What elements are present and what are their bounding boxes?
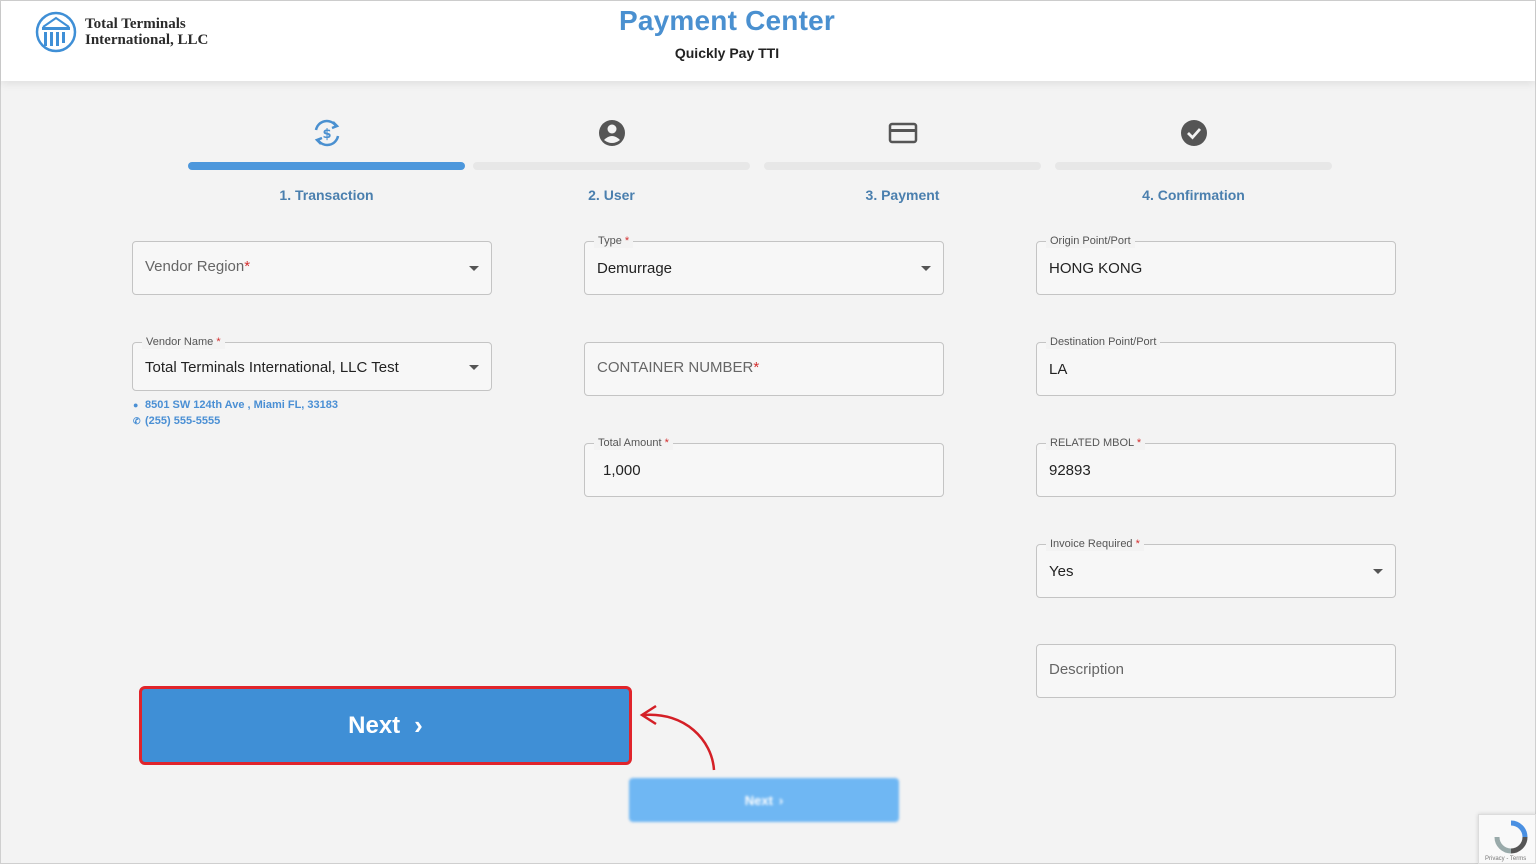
- chevron-down-icon: [469, 266, 479, 271]
- annotation-arrow-icon: [639, 704, 716, 771]
- next-button-label: Next: [744, 792, 773, 808]
- destination-port-value: LA: [1049, 361, 1068, 378]
- required-mark: *: [624, 235, 630, 247]
- invoice-required-value: Yes: [1049, 563, 1074, 580]
- vendor-name-value: Total Terminals International, LLC Test: [145, 359, 399, 376]
- location-pin-icon: ●: [133, 400, 139, 410]
- chevron-down-icon: [921, 266, 931, 271]
- recaptcha-icon: [1494, 820, 1528, 854]
- total-amount-input[interactable]: Total Amount * 1,000: [584, 436, 944, 497]
- next-button-label: Next: [348, 711, 401, 739]
- step-payment[interactable]: 3. Payment: [764, 116, 1041, 203]
- required-mark: *: [244, 258, 251, 275]
- step-progress-bar: [1055, 162, 1332, 170]
- required-mark: *: [753, 359, 760, 376]
- next-button[interactable]: Next ›: [629, 778, 899, 822]
- currency-exchange-icon: $: [314, 119, 339, 147]
- required-mark: *: [664, 437, 669, 449]
- type-label: Type: [598, 235, 622, 247]
- type-select[interactable]: Type * Demurrage: [584, 234, 944, 295]
- chevron-right-icon: ›: [414, 710, 423, 740]
- origin-port-input[interactable]: Origin Point/Port HONG KONG: [1036, 234, 1396, 295]
- chevron-right-icon: ›: [778, 792, 784, 808]
- chevron-down-icon: [1373, 569, 1383, 574]
- page-title: Payment Center: [619, 5, 835, 36]
- description-input[interactable]: Description: [1036, 644, 1396, 698]
- container-number-input[interactable]: CONTAINER NUMBER*: [584, 342, 944, 396]
- description-placeholder: Description: [1049, 661, 1125, 678]
- invoice-required-select[interactable]: Invoice Required * Yes: [1036, 537, 1396, 598]
- required-mark: *: [1136, 437, 1142, 449]
- recaptcha-badge[interactable]: Privacy - Terms: [1478, 814, 1536, 864]
- invoice-required-label: Invoice Required: [1050, 538, 1133, 550]
- vendor-name-label: Vendor Name: [146, 336, 214, 348]
- page-subtitle: Quickly Pay TTI: [674, 45, 780, 61]
- account-circle-icon: [598, 120, 625, 146]
- required-mark: *: [1135, 538, 1140, 550]
- title-block: Payment Center Quickly Pay TTI: [1, 5, 1453, 61]
- total-amount-label: Total Amount: [598, 437, 662, 449]
- check-circle-icon: [1180, 120, 1207, 146]
- step-label: 1. Transaction: [279, 187, 374, 203]
- origin-port-label: Origin Point/Port: [1046, 234, 1135, 248]
- required-mark: *: [216, 336, 221, 348]
- page-header: Total Terminals International, LLC Payme…: [1, 1, 1535, 81]
- credit-card-icon: [888, 122, 917, 144]
- related-mbol-input[interactable]: RELATED MBOL * 92893: [1036, 436, 1396, 497]
- step-label: 2. User: [588, 187, 635, 203]
- vendor-contact-info: ● 8501 SW 124th Ave , Miami FL, 33183 ✆ (2…: [133, 397, 338, 429]
- phone-icon: ✆: [133, 416, 141, 426]
- step-confirmation[interactable]: 4. Confirmation: [1055, 116, 1332, 203]
- chevron-down-icon: [469, 365, 479, 370]
- destination-port-input[interactable]: Destination Point/Port LA: [1036, 335, 1396, 396]
- step-label: 3. Payment: [865, 187, 940, 203]
- step-label: 4. Confirmation: [1142, 187, 1245, 203]
- vendor-address: 8501 SW 124th Ave , Miami FL, 33183: [145, 399, 338, 411]
- step-progress-bar: [188, 162, 465, 170]
- type-value: Demurrage: [597, 260, 673, 277]
- container-number-placeholder: CONTAINER NUMBER: [597, 359, 754, 376]
- related-mbol-label: RELATED MBOL: [1050, 437, 1134, 449]
- vendor-name-select[interactable]: Vendor Name * Total Terminals Internatio…: [132, 335, 492, 391]
- origin-port-value: HONG KONG: [1049, 260, 1143, 277]
- related-mbol-value: 92893: [1049, 462, 1091, 479]
- destination-port-label: Destination Point/Port: [1046, 335, 1161, 349]
- vendor-region-select[interactable]: Vendor Region*: [132, 241, 492, 295]
- vendor-region-placeholder: Vendor Region: [145, 258, 245, 275]
- recaptcha-text[interactable]: Privacy - Terms: [1485, 856, 1526, 862]
- step-progress-bar: [473, 162, 750, 170]
- step-transaction[interactable]: $ 1. Transaction: [188, 116, 465, 203]
- total-amount-value: 1,000: [603, 462, 641, 479]
- next-button-zoomed-highlight[interactable]: Next ›: [139, 686, 632, 765]
- step-progress-bar: [764, 162, 1041, 170]
- vendor-phone: (255) 555-5555: [145, 415, 221, 427]
- step-user[interactable]: 2. User: [473, 116, 750, 203]
- svg-text:$: $: [322, 127, 331, 142]
